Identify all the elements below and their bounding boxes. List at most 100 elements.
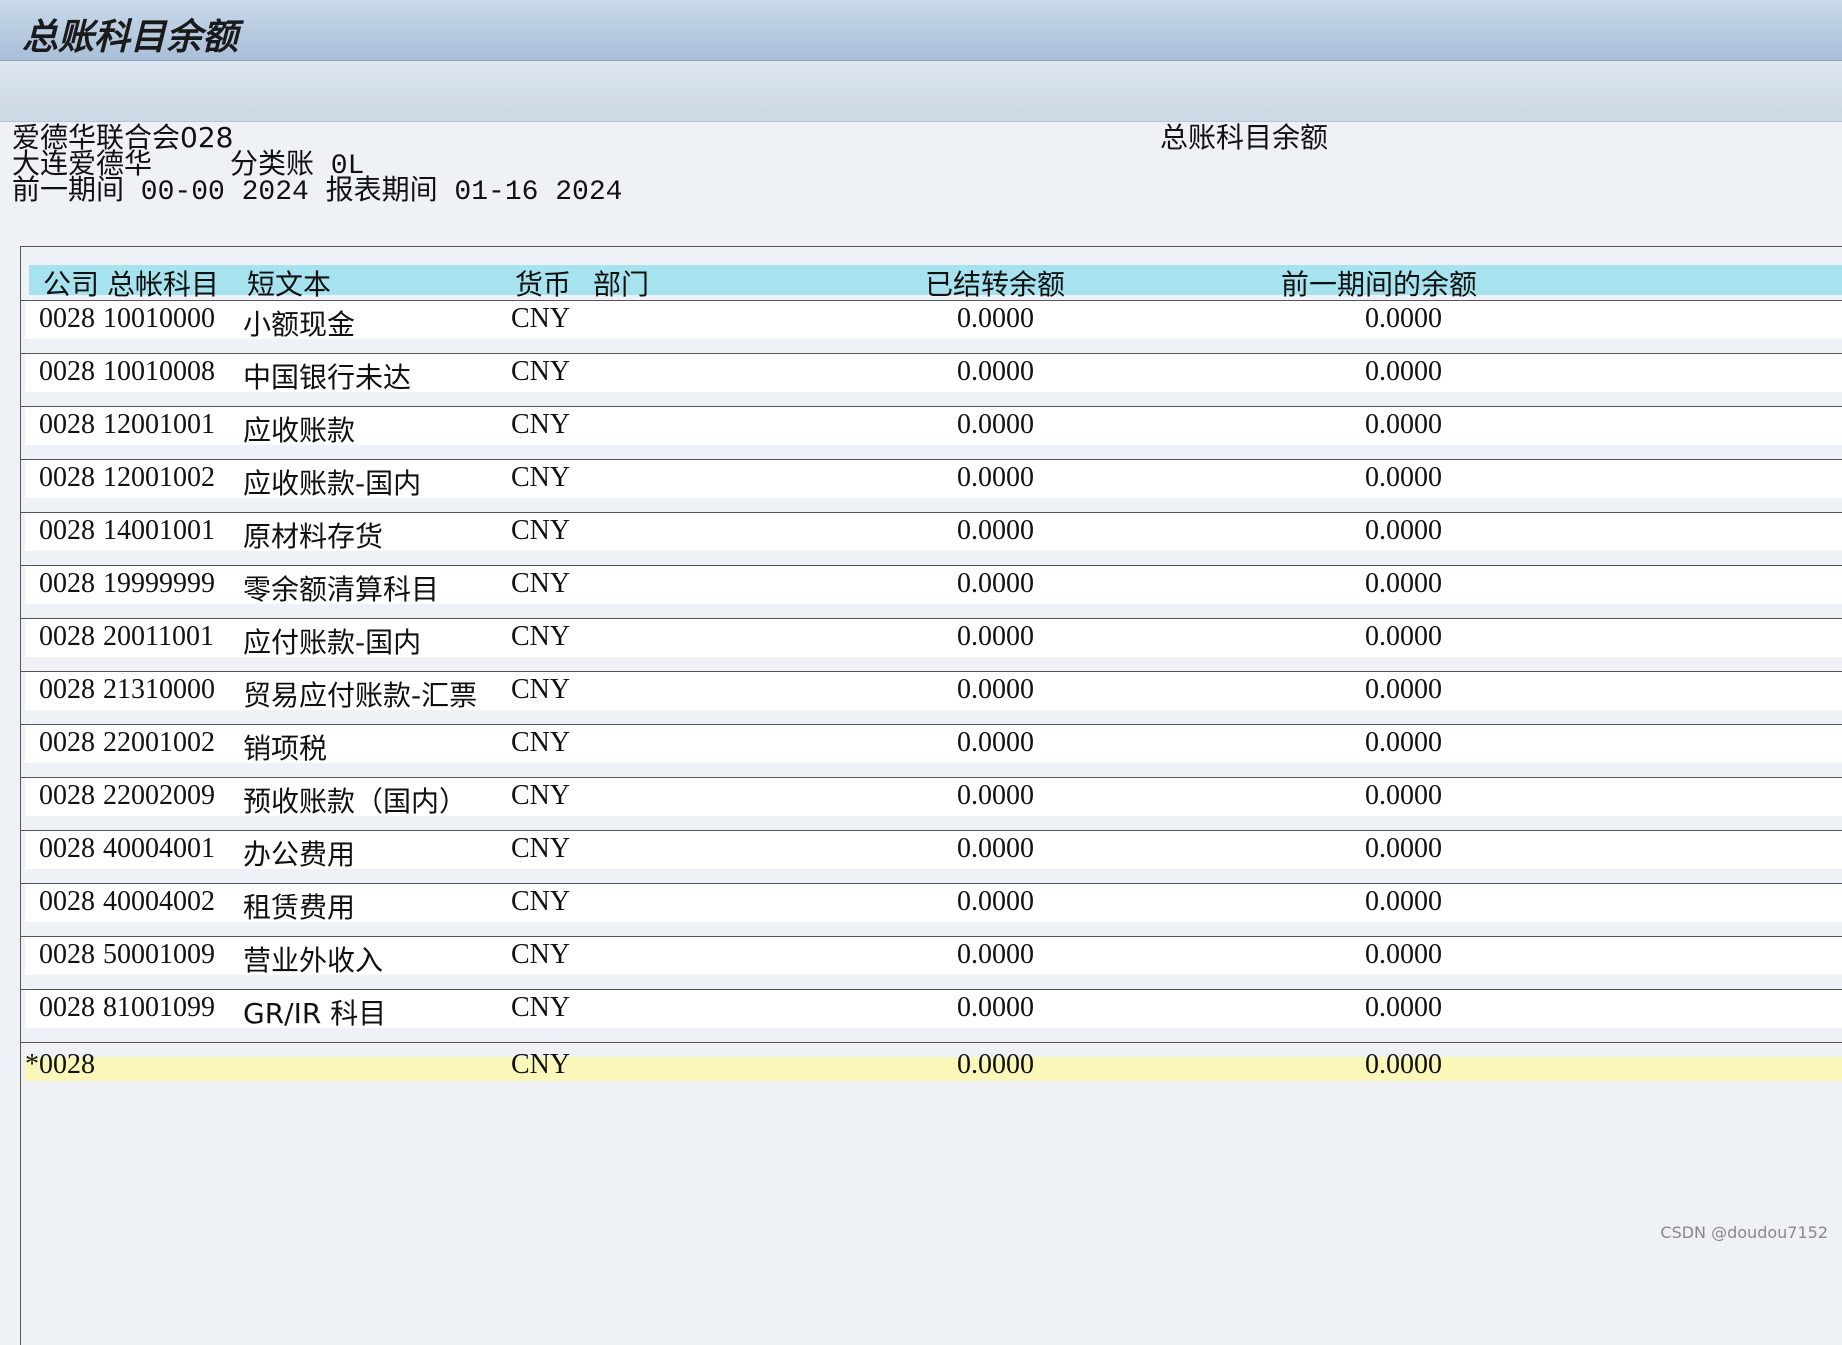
table-row[interactable]: 0028 22002009 预收账款（国内） CNY 0.0000 0.0000 bbox=[25, 778, 1842, 831]
cell-prev-period-balance: 0.0000 bbox=[1365, 568, 1442, 599]
cell-short-text: 预收账款（国内） bbox=[243, 785, 468, 818]
cell-company: 0028 bbox=[39, 833, 95, 864]
cell-carried-forward: 0.0000 bbox=[957, 992, 1034, 1023]
report-content: 爱德华联合会028 总账科目余额 大连爱德华 分类账 0L 前一期间 00-00… bbox=[4, 121, 1842, 1345]
table-row[interactable]: 0028 12001001 应收账款 CNY 0.0000 0.0000 bbox=[25, 407, 1842, 460]
cell-company: 0028 bbox=[39, 780, 95, 811]
table-row[interactable]: 0028 12001002 应收账款-国内 CNY 0.0000 0.0000 bbox=[25, 460, 1842, 513]
cell-short-text: 租赁费用 bbox=[243, 891, 356, 924]
cell-carried-forward: 0.0000 bbox=[957, 621, 1034, 652]
cell-company: 0028 bbox=[39, 409, 95, 440]
cell-company: 0028 bbox=[39, 462, 95, 493]
col-company[interactable]: 公司 bbox=[43, 263, 99, 303]
cell-gl-account: 21310000 bbox=[103, 674, 215, 705]
window-title: 总账科目余额 bbox=[22, 16, 239, 58]
cell-carried-forward: 0.0000 bbox=[957, 303, 1034, 334]
cell-currency: CNY bbox=[511, 621, 571, 652]
cell-short-text: 小额现金 bbox=[243, 308, 356, 341]
table-row[interactable]: 0028 40004001 办公费用 CNY 0.0000 0.0000 bbox=[25, 831, 1842, 884]
cell-currency: CNY bbox=[511, 303, 571, 334]
col-short-text[interactable]: 短文本 bbox=[247, 263, 331, 303]
cell-prev-period-balance: 0.0000 bbox=[1365, 886, 1442, 917]
cell-currency: CNY bbox=[511, 462, 571, 493]
cell-prev-period-balance: 0.0000 bbox=[1365, 780, 1442, 811]
col-department[interactable]: 部门 bbox=[593, 263, 649, 303]
total-row[interactable]: *0028 CNY 0.0000 0.0000 bbox=[25, 1049, 1842, 1081]
cell-currency: CNY bbox=[511, 939, 571, 970]
cell-currency: CNY bbox=[511, 780, 571, 811]
table-row[interactable]: 0028 10010008 中国银行未达 CNY 0.0000 0.0000 bbox=[25, 354, 1842, 407]
cell-currency: CNY bbox=[511, 356, 571, 387]
cell-short-text: 应收账款-国内 bbox=[243, 467, 422, 500]
cell-gl-account: 19999999 bbox=[103, 568, 215, 599]
table-row[interactable]: 0028 50001009 营业外收入 CNY 0.0000 0.0000 bbox=[25, 937, 1842, 990]
cell-company: 0028 bbox=[39, 727, 95, 758]
row-separator bbox=[21, 1042, 1842, 1043]
cell-gl-account: 22001002 bbox=[103, 727, 215, 758]
cell-company: 0028 bbox=[39, 356, 95, 387]
title-bar: 总账科目余额 bbox=[0, 0, 1842, 61]
table-row[interactable]: 0028 22001002 销项税 CNY 0.0000 0.0000 bbox=[25, 725, 1842, 778]
application-toolbar bbox=[0, 61, 1842, 122]
cell-company: 0028 bbox=[39, 674, 95, 705]
cell-company: 0028 bbox=[39, 939, 95, 970]
table-row[interactable]: 0028 81001099 GR/IR 科目 CNY 0.0000 0.0000 bbox=[25, 990, 1842, 1043]
cell-short-text: 办公费用 bbox=[243, 838, 356, 871]
cell-gl-account: 12001001 bbox=[103, 409, 215, 440]
col-prev-period-balance[interactable]: 前一期间的余额 bbox=[1281, 263, 1477, 303]
cell-prev-period-balance: 0.0000 bbox=[1365, 303, 1442, 334]
cell-currency: CNY bbox=[511, 409, 571, 440]
cell-prev-period-balance: 0.0000 bbox=[1365, 992, 1442, 1023]
cell-prev-period-balance: 0.0000 bbox=[1365, 462, 1442, 493]
cell-carried-forward: 0.0000 bbox=[957, 568, 1034, 599]
cell-carried-forward: 0.0000 bbox=[957, 674, 1034, 705]
cell-prev-period-balance: 0.0000 bbox=[1365, 621, 1442, 652]
cell-short-text: GR/IR 科目 bbox=[243, 997, 387, 1030]
col-currency[interactable]: 货币 bbox=[515, 263, 571, 303]
cell-short-text: 销项税 bbox=[243, 732, 328, 765]
cell-gl-account: 10010008 bbox=[103, 356, 215, 387]
period-line: 前一期间 00-00 2024 报表期间 01-16 2024 bbox=[12, 177, 623, 208]
cell-short-text: 中国银行未达 bbox=[243, 361, 412, 394]
cell-prev-period-balance: 0.0000 bbox=[1365, 409, 1442, 440]
cell-carried-forward: 0.0000 bbox=[957, 515, 1034, 546]
cell-company: 0028 bbox=[39, 621, 95, 652]
report-title: 总账科目余额 bbox=[1160, 121, 1329, 154]
cell-company: 0028 bbox=[39, 992, 95, 1023]
cell-carried-forward: 0.0000 bbox=[957, 780, 1034, 811]
cell-company: 0028 bbox=[39, 886, 95, 917]
total-prev-period-balance: 0.0000 bbox=[1365, 1049, 1442, 1080]
cell-gl-account: 50001009 bbox=[103, 939, 215, 970]
cell-company: 0028 bbox=[39, 303, 95, 334]
cell-short-text: 零余额清算科目 bbox=[243, 573, 440, 606]
table-row[interactable]: 0028 40004002 租赁费用 CNY 0.0000 0.0000 bbox=[25, 884, 1842, 937]
cell-currency: CNY bbox=[511, 727, 571, 758]
cell-prev-period-balance: 0.0000 bbox=[1365, 939, 1442, 970]
cell-gl-account: 81001099 bbox=[103, 992, 215, 1023]
cell-gl-account: 40004001 bbox=[103, 833, 215, 864]
table-row[interactable]: 0028 20011001 应付账款-国内 CNY 0.0000 0.0000 bbox=[25, 619, 1842, 672]
cell-currency: CNY bbox=[511, 992, 571, 1023]
report-table: 公司 总帐科目 短文本 货币 部门 已结转余额 前一期间的余额 0028 1001… bbox=[20, 246, 1842, 1345]
cell-currency: CNY bbox=[511, 515, 571, 546]
cell-carried-forward: 0.0000 bbox=[957, 462, 1034, 493]
col-gl-account[interactable]: 总帐科目 bbox=[107, 263, 219, 303]
cell-short-text: 原材料存货 bbox=[243, 520, 384, 553]
cell-carried-forward: 0.0000 bbox=[957, 727, 1034, 758]
total-currency: CNY bbox=[511, 1049, 571, 1080]
table-row[interactable]: 0028 14001001 原材料存货 CNY 0.0000 0.0000 bbox=[25, 513, 1842, 566]
cell-currency: CNY bbox=[511, 886, 571, 917]
total-carried-forward: 0.0000 bbox=[957, 1049, 1034, 1080]
cell-gl-account: 10010000 bbox=[103, 303, 215, 334]
cell-currency: CNY bbox=[511, 568, 571, 599]
col-carried-forward[interactable]: 已结转余额 bbox=[925, 263, 1065, 303]
column-header-row: 公司 总帐科目 短文本 货币 部门 已结转余额 前一期间的余额 bbox=[29, 265, 1842, 301]
cell-short-text: 营业外收入 bbox=[243, 944, 384, 977]
cell-gl-account: 40004002 bbox=[103, 886, 215, 917]
table-row[interactable]: 0028 21310000 贸易应付账款-汇票 CNY 0.0000 0.0000 bbox=[25, 672, 1842, 725]
cell-prev-period-balance: 0.0000 bbox=[1365, 727, 1442, 758]
cell-short-text: 贸易应付账款-汇票 bbox=[243, 679, 478, 712]
cell-currency: CNY bbox=[511, 833, 571, 864]
table-row[interactable]: 0028 19999999 零余额清算科目 CNY 0.0000 0.0000 bbox=[25, 566, 1842, 619]
table-row[interactable]: 0028 10010000 小额现金 CNY 0.0000 0.0000 bbox=[25, 301, 1842, 354]
